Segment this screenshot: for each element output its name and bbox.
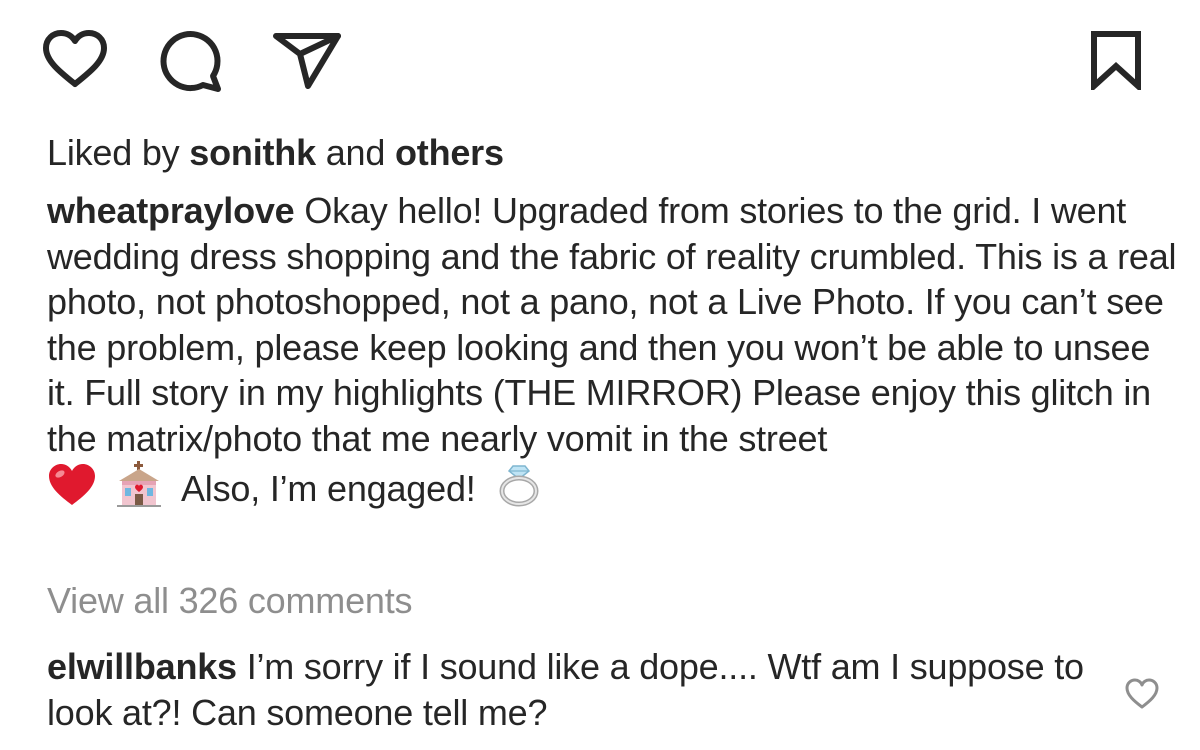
comment-icon[interactable] [157,28,225,94]
caption-username[interactable]: wheatpraylove [47,190,295,231]
likes-middle: and [315,132,395,173]
post-caption: wheatpraylove Okay hello! Upgraded from … [47,188,1177,512]
likes-summary: Liked by sonithk and others [47,130,1177,176]
view-all-comments-link[interactable]: View all 326 comments [47,578,1177,624]
likes-prefix: Liked by [47,132,190,173]
comment-like-heart-icon[interactable] [1124,678,1160,710]
share-icon[interactable] [272,30,342,90]
wedding-chapel-emoji [113,461,165,507]
likes-others-link[interactable]: others [395,132,504,173]
ring-emoji [497,461,541,507]
post-action-bar [0,0,1200,110]
bookmark-icon[interactable] [1090,30,1142,90]
heart-icon[interactable] [40,28,110,90]
red-heart-emoji [47,463,97,507]
liker-username[interactable]: sonithk [189,132,316,173]
comment-item: elwillbanks I’m sorry if I sound like a … [47,644,1097,735]
caption-tail: Also, I’m engaged! [181,468,476,509]
comment-username[interactable]: elwillbanks [47,646,237,687]
